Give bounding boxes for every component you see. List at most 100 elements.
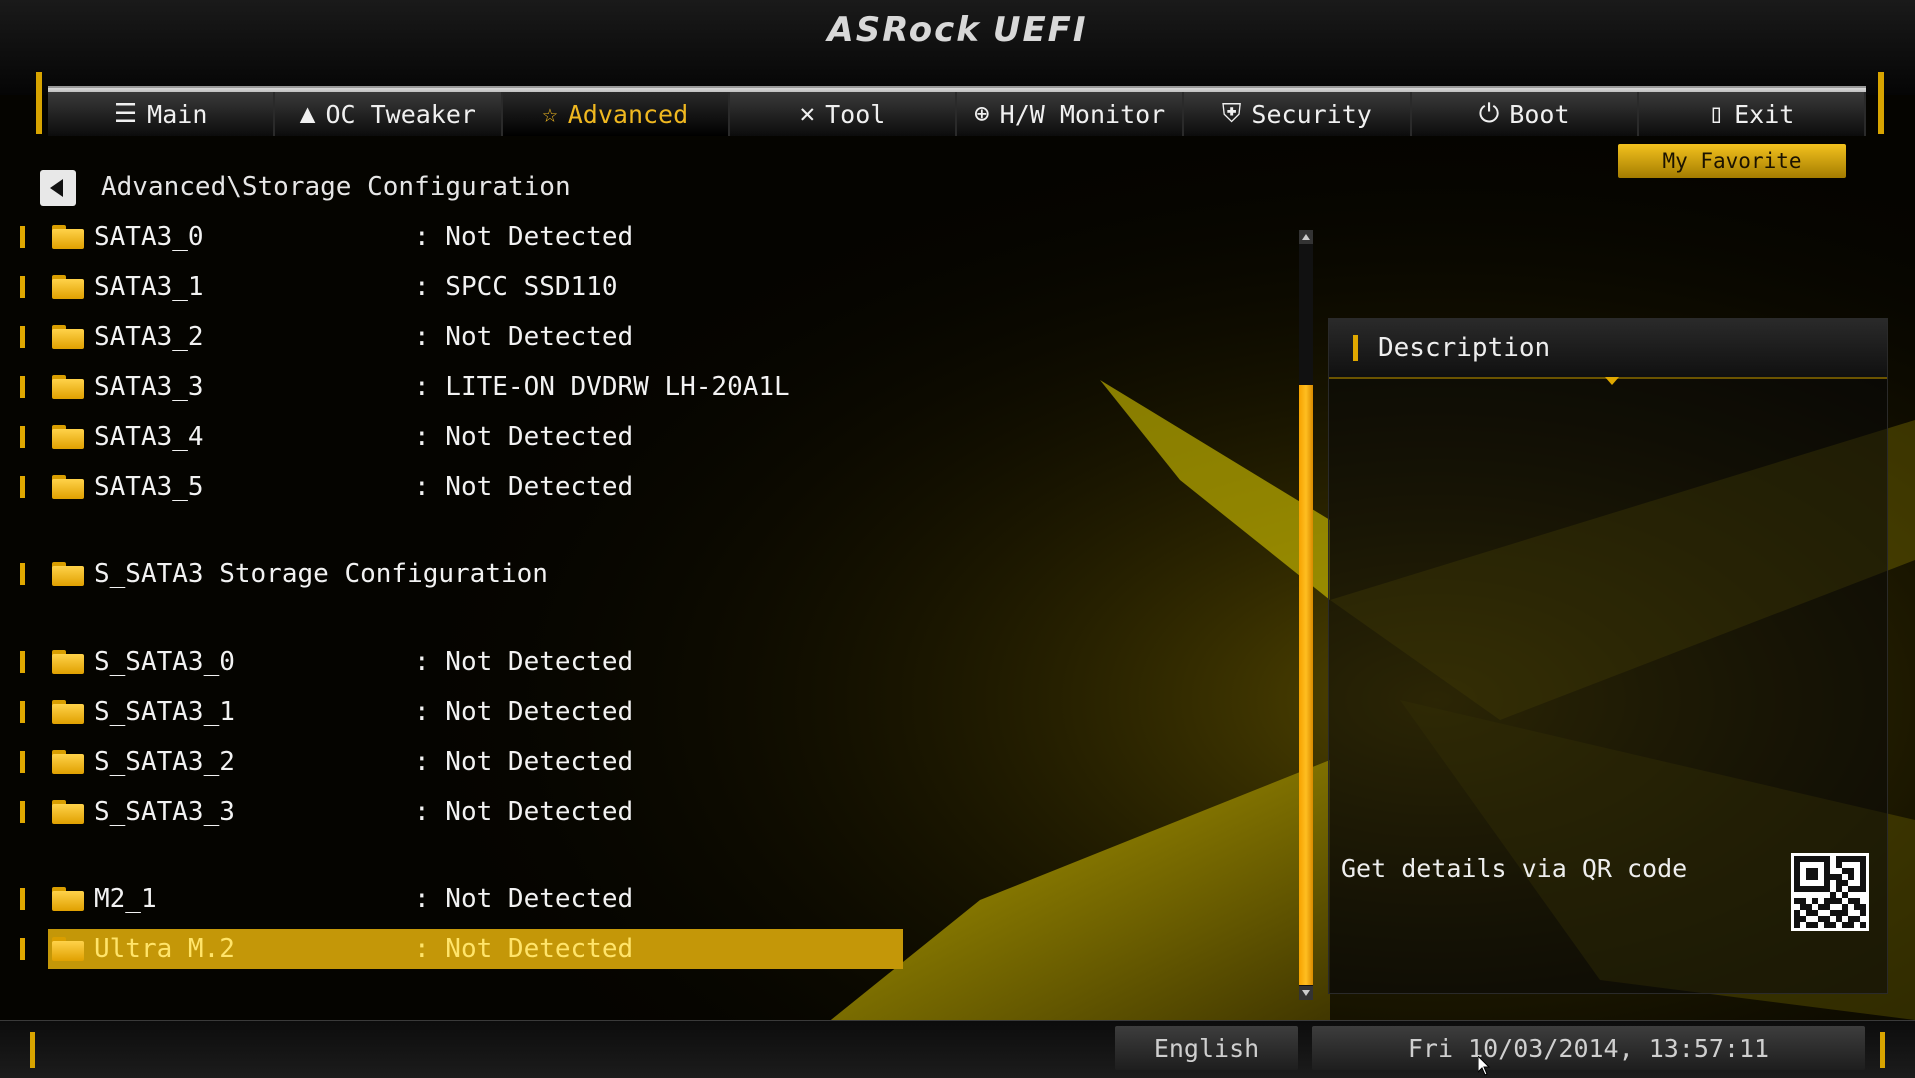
item-label: Ultra M.2 <box>94 934 235 964</box>
star-icon: ☆ <box>542 99 558 129</box>
caret-down-icon <box>1605 377 1619 385</box>
row-marker <box>20 326 25 348</box>
item-label: M2_1 <box>94 884 157 914</box>
item-value: : Not Detected <box>414 222 634 252</box>
scroll-thumb[interactable] <box>1299 385 1313 985</box>
item-value: : Not Detected <box>414 472 634 502</box>
list-icon: ☰ <box>113 99 138 129</box>
tab-boot-label: Boot <box>1509 99 1570 129</box>
crosshair-icon: ⊕ <box>974 99 990 129</box>
folder-icon <box>52 937 84 961</box>
item-label: SATA3_4 <box>94 422 204 452</box>
folder-icon <box>52 225 84 249</box>
item-value: : Not Detected <box>414 797 634 827</box>
folder-icon <box>52 375 84 399</box>
tools-icon: ✕ <box>799 99 816 129</box>
scrollbar[interactable] <box>1299 230 1313 1000</box>
row-marker <box>20 563 25 585</box>
folder-icon <box>52 800 84 824</box>
tab-security-label: Security <box>1251 99 1372 129</box>
item-value: : Not Detected <box>414 322 634 352</box>
header-marker <box>1353 335 1358 361</box>
item-label: S_SATA3_1 <box>94 697 235 727</box>
language-selector[interactable]: English <box>1115 1026 1298 1070</box>
folder-icon <box>52 650 84 674</box>
item-label: S_SATA3_3 <box>94 797 235 827</box>
item-label: SATA3_3 <box>94 372 204 402</box>
rocket-icon: ▲ <box>299 99 316 129</box>
row-marker <box>20 426 25 448</box>
list-item-selected[interactable]: Ultra M.2 : Not Detected <box>20 929 903 969</box>
right-accent <box>1878 72 1884 134</box>
datetime-display: Fri 10/03/2014, 13:57:11 <box>1312 1026 1865 1070</box>
row-marker <box>20 376 25 398</box>
main-tabs: ☰ Main ▲ OC Tweaker ☆ Advanced ✕ Tool ⊕ … <box>48 86 1866 136</box>
folder-icon <box>52 887 84 911</box>
power-icon: ⏻ <box>1478 98 1500 129</box>
item-label: S_SATA3 Storage Configuration <box>94 559 548 589</box>
row-marker <box>20 801 25 823</box>
row-marker <box>20 938 25 960</box>
folder-icon <box>52 750 84 774</box>
tab-hw-monitor[interactable]: ⊕ H/W Monitor <box>957 92 1185 136</box>
exit-door-icon: ▯ <box>1708 99 1725 129</box>
tab-security[interactable]: ⛨ Security <box>1184 92 1412 136</box>
bottom-left-accent <box>30 1032 35 1068</box>
item-value: : Not Detected <box>414 422 634 452</box>
list-item[interactable]: M2_1 : Not Detected <box>20 879 900 919</box>
item-label: SATA3_0 <box>94 222 204 252</box>
list-item[interactable]: S_SATA3_3 : Not Detected <box>20 792 900 832</box>
description-panel: Description Get details via QR code <box>1328 318 1888 994</box>
item-value: : Not Detected <box>414 697 634 727</box>
row-marker <box>20 751 25 773</box>
bottom-right-accent <box>1880 1032 1885 1068</box>
item-label: SATA3_2 <box>94 322 204 352</box>
list-item[interactable]: SATA3_3 : LITE-ON DVDRW LH-20A1L <box>20 367 900 407</box>
item-value: : Not Detected <box>414 747 634 777</box>
tab-main-label: Main <box>147 99 208 129</box>
back-arrow-icon[interactable] <box>40 170 76 206</box>
scroll-up-arrow-icon[interactable] <box>1299 230 1313 244</box>
row-marker <box>20 888 25 910</box>
item-value: : Not Detected <box>414 934 634 964</box>
tab-boot[interactable]: ⏻ Boot <box>1411 92 1639 136</box>
tab-tool[interactable]: ✕ Tool <box>729 92 957 136</box>
tab-oc-tweaker[interactable]: ▲ OC Tweaker <box>275 92 503 136</box>
folder-icon <box>52 562 84 586</box>
submenu-s-sata3-storage[interactable]: S_SATA3 Storage Configuration <box>20 554 900 594</box>
item-label: S_SATA3_0 <box>94 647 235 677</box>
tab-hw-monitor-label: H/W Monitor <box>999 99 1166 129</box>
description-title: Description <box>1378 333 1551 363</box>
tab-exit[interactable]: ▯ Exit <box>1638 92 1866 136</box>
row-marker <box>20 226 25 248</box>
tab-main[interactable]: ☰ Main <box>48 92 276 136</box>
folder-icon <box>52 425 84 449</box>
list-item[interactable]: SATA3_2 : Not Detected <box>20 317 900 357</box>
item-value: : Not Detected <box>414 884 634 914</box>
row-marker <box>20 651 25 673</box>
item-value: : SPCC SSD110 <box>414 272 618 302</box>
tab-advanced-label: Advanced <box>567 99 689 129</box>
qr-details-text: Get details via QR code <box>1341 854 1688 883</box>
mouse-cursor-icon <box>1478 1056 1491 1076</box>
brand-logo: ASRock UEFI <box>0 10 1915 50</box>
list-item[interactable]: S_SATA3_2 : Not Detected <box>20 742 900 782</box>
row-marker <box>20 701 25 723</box>
item-label: S_SATA3_2 <box>94 747 235 777</box>
tab-oc-tweaker-label: OC Tweaker <box>325 99 476 129</box>
list-item[interactable]: S_SATA3_0 : Not Detected <box>20 642 900 682</box>
folder-icon <box>52 475 84 499</box>
list-item[interactable]: SATA3_0 : Not Detected <box>20 217 900 257</box>
folder-icon <box>52 325 84 349</box>
scroll-down-arrow-icon[interactable] <box>1299 986 1313 1000</box>
brand-product: UEFI <box>992 10 1088 50</box>
list-item[interactable]: SATA3_4 : Not Detected <box>20 417 900 457</box>
list-item[interactable]: SATA3_5 : Not Detected <box>20 467 900 507</box>
tab-advanced[interactable]: ☆ Advanced <box>502 92 730 136</box>
left-accent <box>36 72 42 134</box>
folder-icon <box>52 275 84 299</box>
tab-exit-label: Exit <box>1734 99 1795 129</box>
my-favorite-button[interactable]: My Favorite <box>1618 144 1846 178</box>
list-item[interactable]: S_SATA3_1 : Not Detected <box>20 692 900 732</box>
list-item[interactable]: SATA3_1 : SPCC SSD110 <box>20 267 900 307</box>
